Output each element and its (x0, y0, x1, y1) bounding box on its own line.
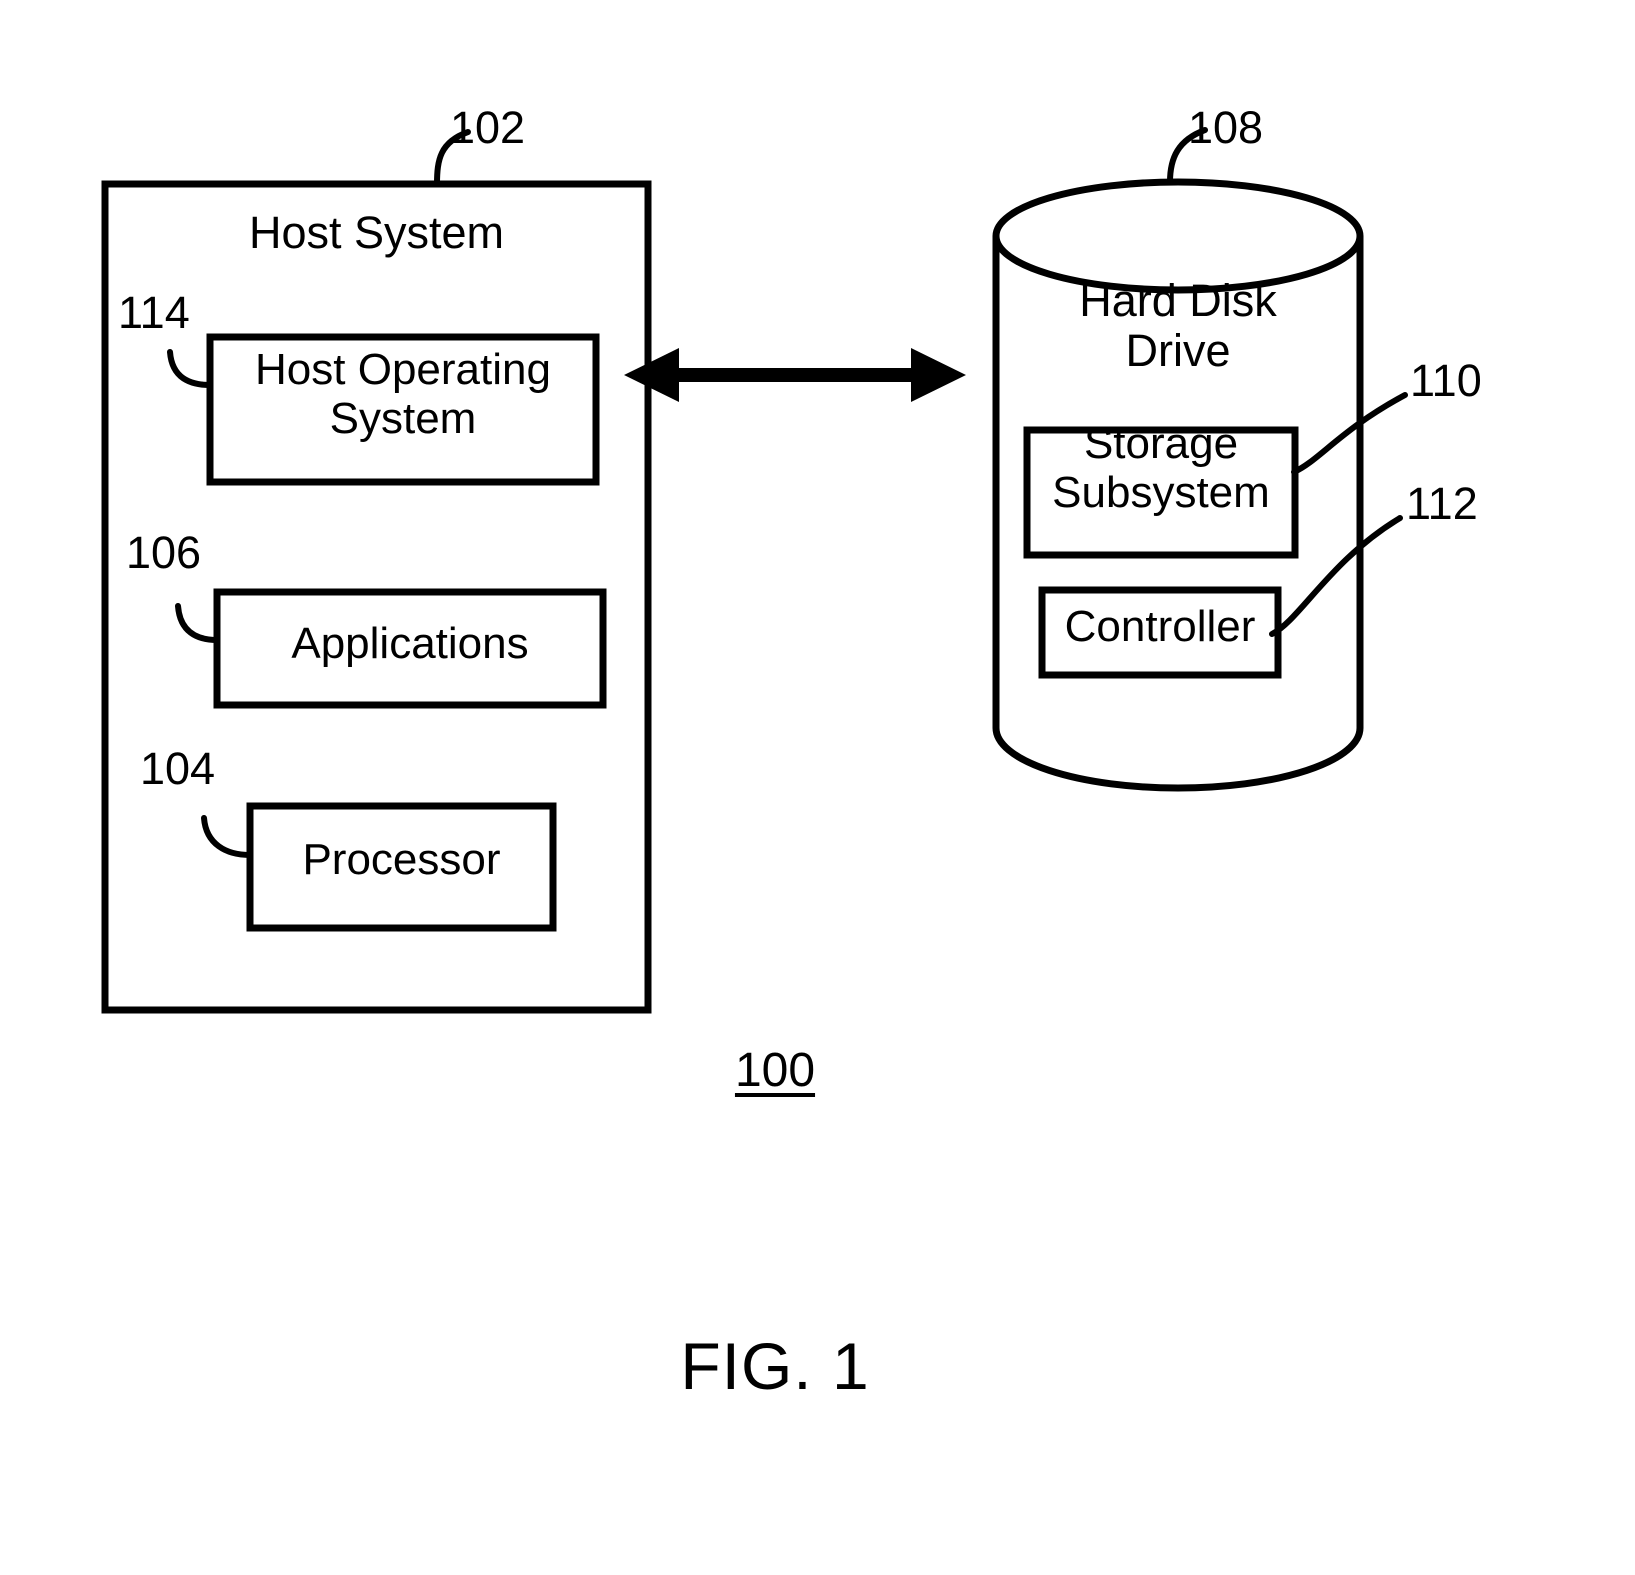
ref-number-108: 108 (1188, 102, 1264, 153)
ref-number-112: 112 (1406, 478, 1478, 529)
lead-line-104 (201, 815, 253, 858)
patent-figure: Host System 102 114 Host Operating Syste… (0, 0, 1635, 1575)
controller-label: Controller (1064, 602, 1256, 651)
ref-number-106: 106 (126, 527, 202, 578)
figure-caption: FIG. 1 (680, 1329, 870, 1403)
ref-number-104: 104 (140, 743, 216, 794)
storage-subsystem-label: Storage Subsystem (1052, 419, 1270, 518)
applications-label: Applications (291, 619, 529, 668)
figure-system-number: 100 (734, 1044, 816, 1097)
bidirectional-arrow (624, 348, 966, 402)
processor-label: Processor (302, 835, 501, 884)
lead-line-112 (1269, 515, 1403, 637)
host-system-title: Host System (248, 207, 505, 258)
hard-disk-drive-title: Hard Disk Drive (1079, 275, 1277, 377)
ref-number-110: 110 (1410, 355, 1482, 406)
host-operating-system-label: Host Operating System (255, 345, 551, 444)
lead-line-106 (175, 603, 220, 643)
lead-line-114 (167, 349, 213, 388)
ref-number-114: 114 (118, 287, 190, 338)
ref-number-102: 102 (450, 102, 526, 153)
lead-line-110 (1291, 392, 1408, 475)
